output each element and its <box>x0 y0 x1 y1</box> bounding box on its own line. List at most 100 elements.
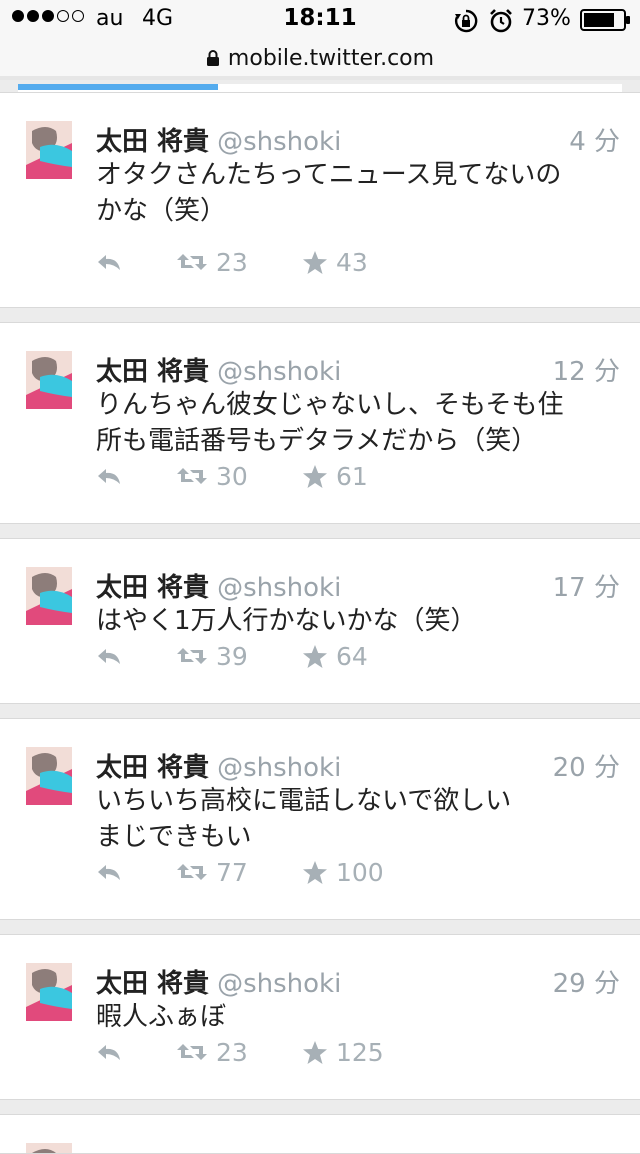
tweet-text-line: いちいち高校に電話しないで欲しい <box>96 786 512 816</box>
retweet-icon <box>177 648 207 664</box>
address-bar[interactable]: mobile.twitter.com <box>0 40 640 76</box>
avatar[interactable] <box>26 567 72 625</box>
reply-icon <box>98 255 120 270</box>
status-bar: au 4G 18:11 73% <box>0 0 640 40</box>
tweet-text-line: はやく1万人行かないかな（笑） <box>96 606 477 636</box>
star-icon <box>303 860 327 884</box>
tweet-timestamp[interactable]: 20 分 <box>553 747 620 784</box>
tweet-header: 太田 将貴 @shshoki <box>96 747 341 784</box>
reply-icon <box>98 649 120 664</box>
favorite-button[interactable]: 125 <box>302 1038 384 1067</box>
tweet-text-line: 所も電話番号もデタラメだから（笑） <box>96 426 538 456</box>
retweet-icon <box>177 468 207 484</box>
reply-button[interactable] <box>96 461 136 491</box>
tweet-actions: 23 125 <box>96 1037 384 1067</box>
retweet-count: 23 <box>216 247 248 277</box>
browser-divider <box>0 76 640 80</box>
author-handle[interactable]: @shshoki <box>217 573 341 603</box>
author-name[interactable]: 太田 将貴 <box>96 573 209 603</box>
tab-active-indicator <box>18 84 218 90</box>
favorite-count: 100 <box>336 857 384 887</box>
favorite-button[interactable]: 43 <box>302 248 368 277</box>
reply-button[interactable] <box>96 247 136 277</box>
tweet-header: 太田 将貴 @shshoki <box>96 567 341 604</box>
alarm-icon <box>490 9 512 33</box>
favorite-count: 61 <box>336 461 368 491</box>
reply-icon <box>98 865 120 880</box>
reply-button[interactable] <box>96 641 136 671</box>
favorite-button[interactable]: 61 <box>302 462 368 491</box>
tweet-timestamp[interactable]: 17 分 <box>553 567 620 604</box>
star-icon <box>303 1040 327 1064</box>
retweet-button[interactable]: 77 <box>176 858 302 887</box>
battery-percentage: 73% <box>522 6 571 31</box>
tweet-item-partial[interactable] <box>0 1114 640 1154</box>
tweet-text: 暇人ふぁぼ <box>96 999 616 1035</box>
tweet-text: はやく1万人行かないかな（笑） <box>96 603 616 639</box>
retweet-icon <box>177 254 207 270</box>
retweet-count: 30 <box>216 461 248 491</box>
author-handle[interactable]: @shshoki <box>217 357 341 387</box>
author-name[interactable]: 太田 将貴 <box>96 969 209 999</box>
reply-button[interactable] <box>96 1037 136 1067</box>
timeline: 太田 将貴 @shshoki 4 分 オタクさんたちってニュース見てないの かな（… <box>0 92 640 1154</box>
tweet-actions: 39 64 <box>96 641 368 671</box>
address-bar-url: mobile.twitter.com <box>227 45 435 71</box>
retweet-icon <box>177 1044 207 1060</box>
avatar[interactable] <box>26 121 72 179</box>
retweet-button[interactable]: 39 <box>176 642 302 671</box>
tweet-header: 太田 将貴 @shshoki <box>96 963 341 1000</box>
tweet-actions: 23 43 <box>96 247 368 277</box>
tweet-header: 太田 将貴 @shshoki <box>96 121 341 158</box>
tweet-text-line: まじできもい <box>96 822 252 852</box>
tweet-timestamp[interactable]: 12 分 <box>553 351 620 388</box>
tweet-timestamp[interactable]: 4 分 <box>569 121 620 158</box>
avatar[interactable] <box>26 351 72 409</box>
tweet-text-line: 暇人ふぁぼ <box>96 1002 227 1032</box>
tweet-text-line: オタクさんたちってニュース見てないの <box>96 160 562 190</box>
retweet-button[interactable]: 23 <box>176 248 302 277</box>
retweet-count: 39 <box>216 641 248 671</box>
author-name[interactable]: 太田 将貴 <box>96 357 209 387</box>
tweet-text-line: かな（笑） <box>96 196 227 226</box>
author-handle[interactable]: @shshoki <box>217 127 341 157</box>
star-icon <box>303 250 327 274</box>
avatar[interactable] <box>26 747 72 805</box>
favorite-button[interactable]: 100 <box>302 858 384 887</box>
lock-icon <box>206 50 219 66</box>
retweet-button[interactable]: 30 <box>176 462 302 491</box>
star-icon <box>303 464 327 488</box>
avatar[interactable] <box>26 963 72 1021</box>
retweet-icon <box>177 864 207 880</box>
favorite-count: 125 <box>336 1037 384 1067</box>
tweet-text: いちいち高校に電話しないで欲しい まじできもい <box>96 783 616 855</box>
reply-icon <box>98 1045 120 1060</box>
battery-icon <box>580 9 630 31</box>
avatar[interactable] <box>26 1143 72 1153</box>
tweet-text-line: りんちゃん彼女じゃないし、そもそも住 <box>96 390 564 420</box>
author-handle[interactable]: @shshoki <box>217 969 341 999</box>
tweet-text: りんちゃん彼女じゃないし、そもそも住 所も電話番号もデタラメだから（笑） <box>96 387 616 459</box>
retweet-count: 23 <box>216 1037 248 1067</box>
tweet-item[interactable]: 太田 将貴 @shshoki 17 分 はやく1万人行かないかな（笑） 39 64 <box>0 538 640 704</box>
author-name[interactable]: 太田 将貴 <box>96 127 209 157</box>
favorite-count: 43 <box>336 247 368 277</box>
author-handle[interactable]: @shshoki <box>217 753 341 783</box>
tweet-header: 太田 将貴 @shshoki <box>96 351 341 388</box>
tweet-item[interactable]: 太田 将貴 @shshoki 20 分 いちいち高校に電話しないで欲しい まじでき… <box>0 718 640 920</box>
star-icon <box>303 644 327 668</box>
tweet-item[interactable]: 太田 将貴 @shshoki 4 分 オタクさんたちってニュース見てないの かな（… <box>0 92 640 308</box>
reply-button[interactable] <box>96 857 136 887</box>
tweet-actions: 77 100 <box>96 857 384 887</box>
tweet-item[interactable]: 太田 将貴 @shshoki 29 分 暇人ふぁぼ 23 125 <box>0 934 640 1100</box>
retweet-count: 77 <box>216 857 248 887</box>
tweet-actions: 30 61 <box>96 461 368 491</box>
retweet-button[interactable]: 23 <box>176 1038 302 1067</box>
author-name[interactable]: 太田 将貴 <box>96 753 209 783</box>
tweet-item[interactable]: 太田 将貴 @shshoki 12 分 りんちゃん彼女じゃないし、そもそも住 所も… <box>0 322 640 524</box>
favorite-button[interactable]: 64 <box>302 642 368 671</box>
orientation-lock-icon <box>455 9 478 33</box>
tweet-text: オタクさんたちってニュース見てないの かな（笑） <box>96 157 616 229</box>
favorite-count: 64 <box>336 641 368 671</box>
tweet-timestamp[interactable]: 29 分 <box>553 963 620 1000</box>
